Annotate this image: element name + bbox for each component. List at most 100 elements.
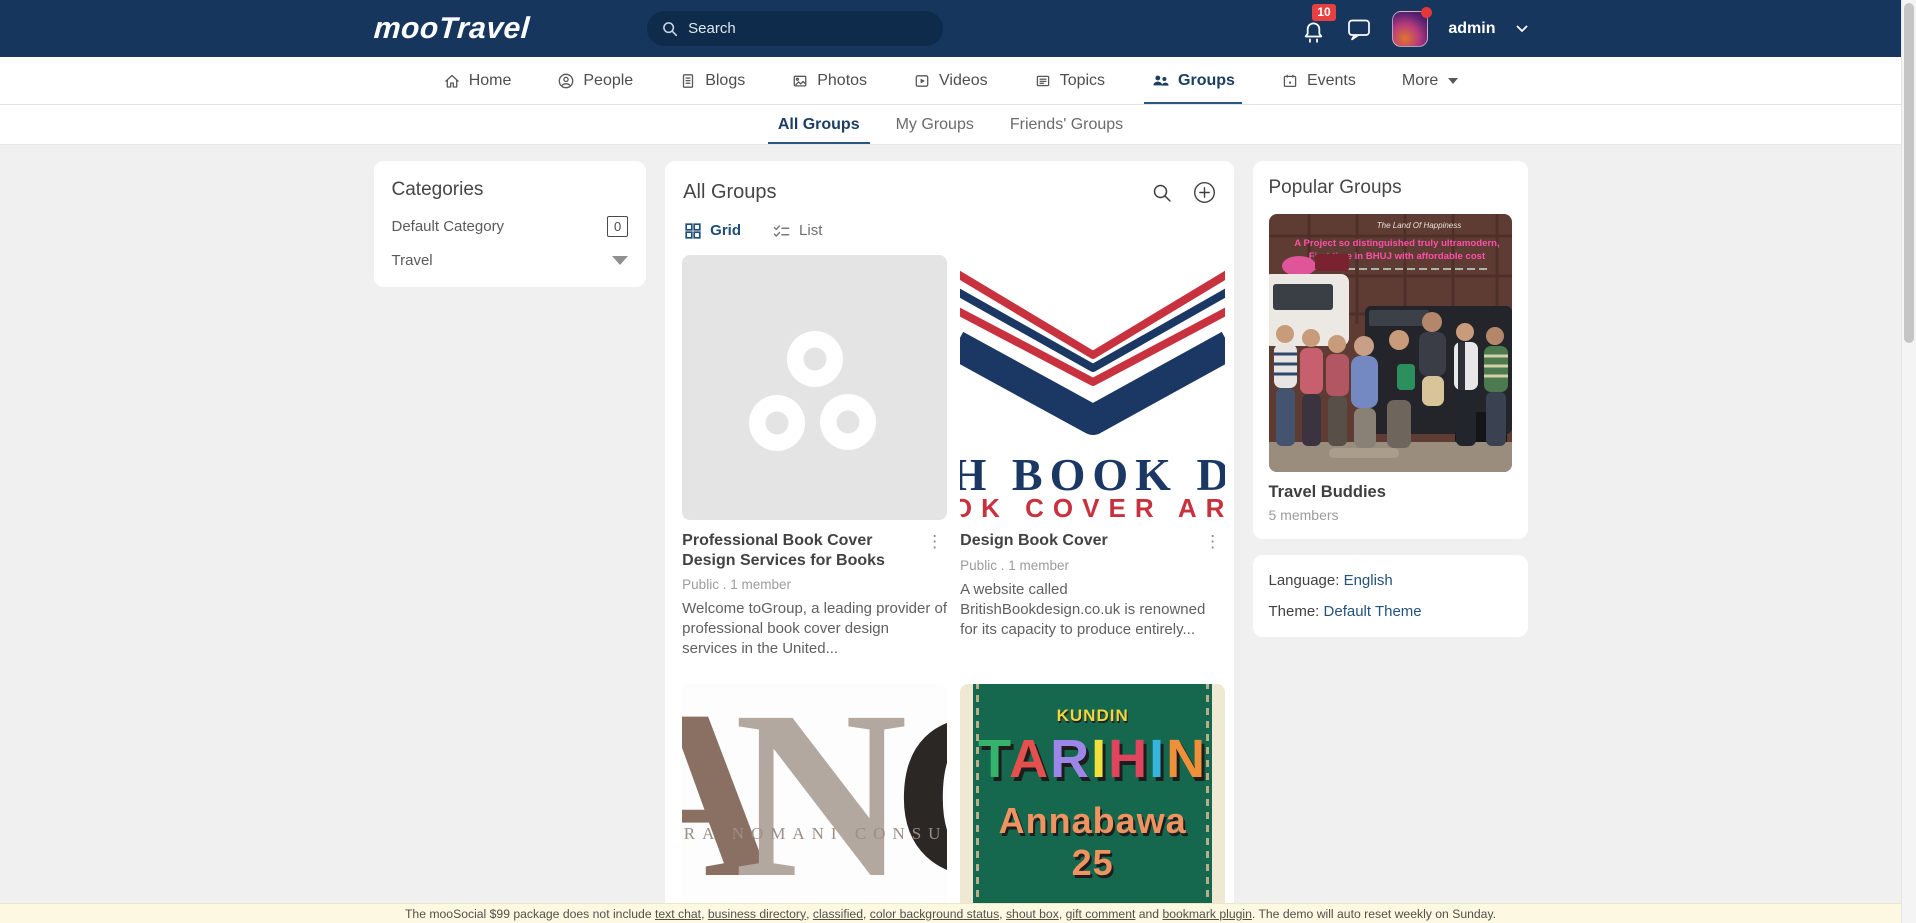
grid-icon [685,222,701,239]
category-default[interactable]: Default Category 0 [392,216,629,237]
footer-text: and [1135,906,1163,921]
group-card: Professional Book Cover Design Services … [682,255,948,658]
language-link[interactable]: English [1344,572,1393,589]
popular-group-name[interactable]: Travel Buddies [1269,483,1512,502]
add-group-icon[interactable] [1193,181,1216,204]
notifications-button[interactable]: 10 [1301,4,1336,45]
demo-notice-footer: The mooSocial $99 package does not inclu… [0,903,1901,923]
category-travel[interactable]: Travel [392,252,629,269]
tab-topics-label: Topics [1059,71,1106,89]
group-image-book-logo[interactable]: H BOOK D OK COVER AR [960,255,1226,520]
top-navbar: mooTravel 10 [0,0,1901,57]
expand-caret-icon[interactable] [612,256,629,265]
topics-icon [1034,72,1052,90]
photos-icon [791,72,809,90]
site-settings-panel: Language: English Theme: Default Theme [1252,555,1528,637]
group-meta: Public . 1 member [682,577,791,592]
poster-stitch-border [976,684,980,923]
popular-groups-panel: Popular Groups The Land Of Happiness A P… [1252,161,1528,539]
footer-text: , [701,906,708,921]
footer-link[interactable]: color background status [870,907,999,921]
category-label[interactable]: Default Category [392,218,505,235]
tab-home[interactable]: Home [420,57,535,104]
site-logo[interactable]: mooTravel [372,12,530,46]
tab-groups-label: Groups [1178,71,1235,89]
group-menu-dots-icon[interactable]: ⋮ [922,531,947,571]
group-image-nc-logo[interactable]: A N C ARA NOMANI CONSUL [682,684,948,923]
group-title[interactable]: Professional Book Cover Design Services … [682,531,922,571]
footer-text: , [862,906,870,921]
poster-stitch-border [1206,684,1210,923]
group-menu-dots-icon[interactable]: ⋮ [1200,531,1225,552]
tab-photos[interactable]: Photos [768,57,890,104]
page-scrollbar[interactable] [1901,0,1916,923]
poster-letter: T [978,729,1010,790]
footer-text: , [1058,906,1066,921]
search-groups-icon[interactable] [1151,182,1173,204]
groups-subnav: All Groups My Groups Friends' Groups [0,105,1901,145]
footer-link[interactable]: text chat [655,907,701,921]
groups-icon [1151,72,1170,90]
tab-topics[interactable]: Topics [1011,57,1128,104]
tab-more[interactable]: More [1379,57,1481,104]
group-image-placeholder[interactable] [682,255,948,520]
tab-videos[interactable]: Videos [890,57,1011,104]
tab-events-label: Events [1306,71,1356,89]
footer-link[interactable]: business directory [708,907,806,921]
footer-link[interactable]: classified [813,907,863,921]
footer-link[interactable]: bookmark plugin [1162,907,1251,921]
poster-top-text: KUNDIN [1056,706,1129,726]
tab-events[interactable]: Events [1258,57,1379,104]
group-card: KUNDIN TARIHIN Annabawa 25 [960,684,1226,923]
poster-sub-text: Annabawa 25 [998,800,1187,884]
user-menu[interactable] [1392,6,1433,47]
tab-groups[interactable]: Groups [1128,57,1258,104]
popular-group-photo[interactable]: The Land Of Happiness A Project so disti… [1268,214,1512,472]
view-grid-button[interactable]: Grid [685,222,741,239]
grid-label: Grid [710,222,742,239]
global-search[interactable] [647,11,944,46]
people-icon [557,72,575,90]
photo-brand-text: The Land Of Happiness [1376,221,1461,230]
footer-link[interactable]: shout box [1006,907,1059,921]
group-description: Welcome toGroup, a leading provider of p… [682,600,948,657]
list-icon [773,223,790,239]
theme-label: Theme: [1268,603,1320,620]
scrollbar-thumb[interactable] [1904,3,1914,343]
group-title[interactable]: Design Book Cover [960,531,1200,552]
chat-button[interactable] [1346,17,1372,41]
categories-title: Categories [391,179,484,200]
poster-letter: R [1050,729,1092,790]
group-meta: Public . 1 member [960,558,1069,573]
theme-link[interactable]: Default Theme [1324,603,1422,620]
subtab-my-groups[interactable]: My Groups [896,105,974,144]
tab-home-label: Home [468,71,512,89]
tab-blogs[interactable]: Blogs [656,57,768,104]
view-list-button[interactable]: List [773,222,822,239]
footer-text: The mooSocial $99 package does not inclu… [404,906,655,921]
username-label[interactable]: admin [1448,20,1495,38]
tab-videos-label: Videos [939,71,988,89]
subtab-all-groups[interactable]: All Groups [767,105,870,144]
poster-main-text: TARIHIN [973,728,1212,790]
category-count-badge: 0 [606,216,629,237]
videos-icon [913,72,931,90]
events-icon [1281,72,1299,90]
tab-photos-label: Photos [817,71,868,89]
notification-count-badge: 10 [1312,4,1336,21]
tab-people-label: People [583,71,634,89]
user-menu-chevron-down-icon[interactable] [1516,25,1528,33]
subtab-friends-groups[interactable]: Friends' Groups [1010,105,1123,144]
group-image-tarihin-poster[interactable]: KUNDIN TARIHIN Annabawa 25 [960,684,1226,923]
tab-people[interactable]: People [534,57,656,104]
category-label[interactable]: Travel [392,252,433,269]
search-input[interactable] [688,20,930,37]
footer-link[interactable]: gift comment [1066,907,1136,921]
group-card: H BOOK D OK COVER AR Design Book Cover ⋮… [960,255,1226,658]
nc-logo-caption: ARA NOMANI CONSUL [682,824,948,844]
group-card: A N C ARA NOMANI CONSUL [682,684,948,923]
poster-letter: N [1166,729,1208,790]
categories-panel: Categories Default Category 0 Travel [373,161,647,287]
poster-letter: H [1108,729,1150,790]
tab-blogs-label: Blogs [705,71,746,89]
